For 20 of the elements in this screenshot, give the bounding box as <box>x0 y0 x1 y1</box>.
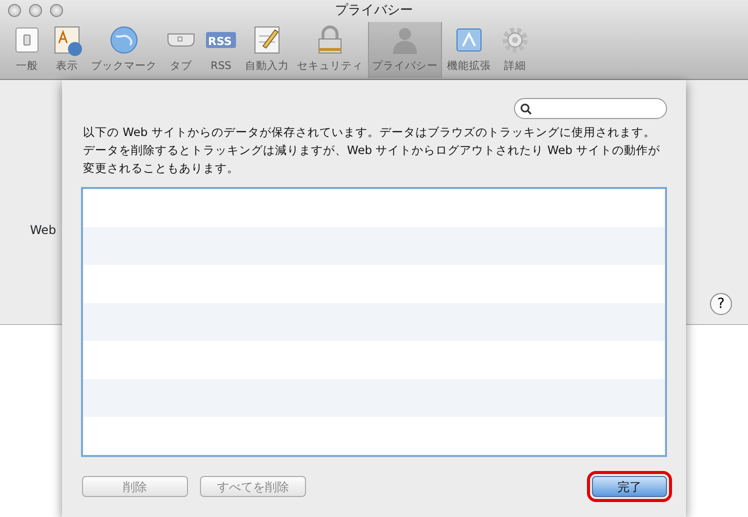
toolbar-item[interactable]: タブ <box>162 22 200 78</box>
toolbar-item[interactable]: 機能拡張 <box>444 22 494 78</box>
toolbar-item[interactable]: セキュリティ <box>294 22 366 78</box>
search-field[interactable] <box>514 98 667 119</box>
toolbar-item[interactable]: 詳細 <box>496 22 534 78</box>
globe-icon <box>108 24 140 56</box>
zoom-button[interactable] <box>50 4 63 17</box>
background-label: Web <box>30 222 56 239</box>
toolbar-item[interactable]: RSS RSS <box>202 22 240 78</box>
toolbar-item[interactable]: ブックマーク <box>88 22 160 78</box>
toolbar-item[interactable]: 自動入力 <box>242 22 292 78</box>
close-button[interactable] <box>8 4 21 17</box>
toolbar-item[interactable]: 表示 <box>48 22 86 78</box>
window-title: プライバシー <box>335 3 413 18</box>
description-text: 以下の Web サイトからのデータが保存されています。データはブラウズのトラッキングに使用されます。データを削除するとトラッキングは減りますが、Web サイトからログアウトされたり Web サイトの動作が変更されることもあります。 <box>83 124 662 177</box>
search-icon <box>520 102 532 114</box>
toolbar-item[interactable]: 一般 <box>8 22 46 78</box>
toolbar-item[interactable]: プライバシー <box>368 22 442 78</box>
rss-text: RSS <box>208 35 232 48</box>
minimize-button[interactable] <box>29 4 42 17</box>
